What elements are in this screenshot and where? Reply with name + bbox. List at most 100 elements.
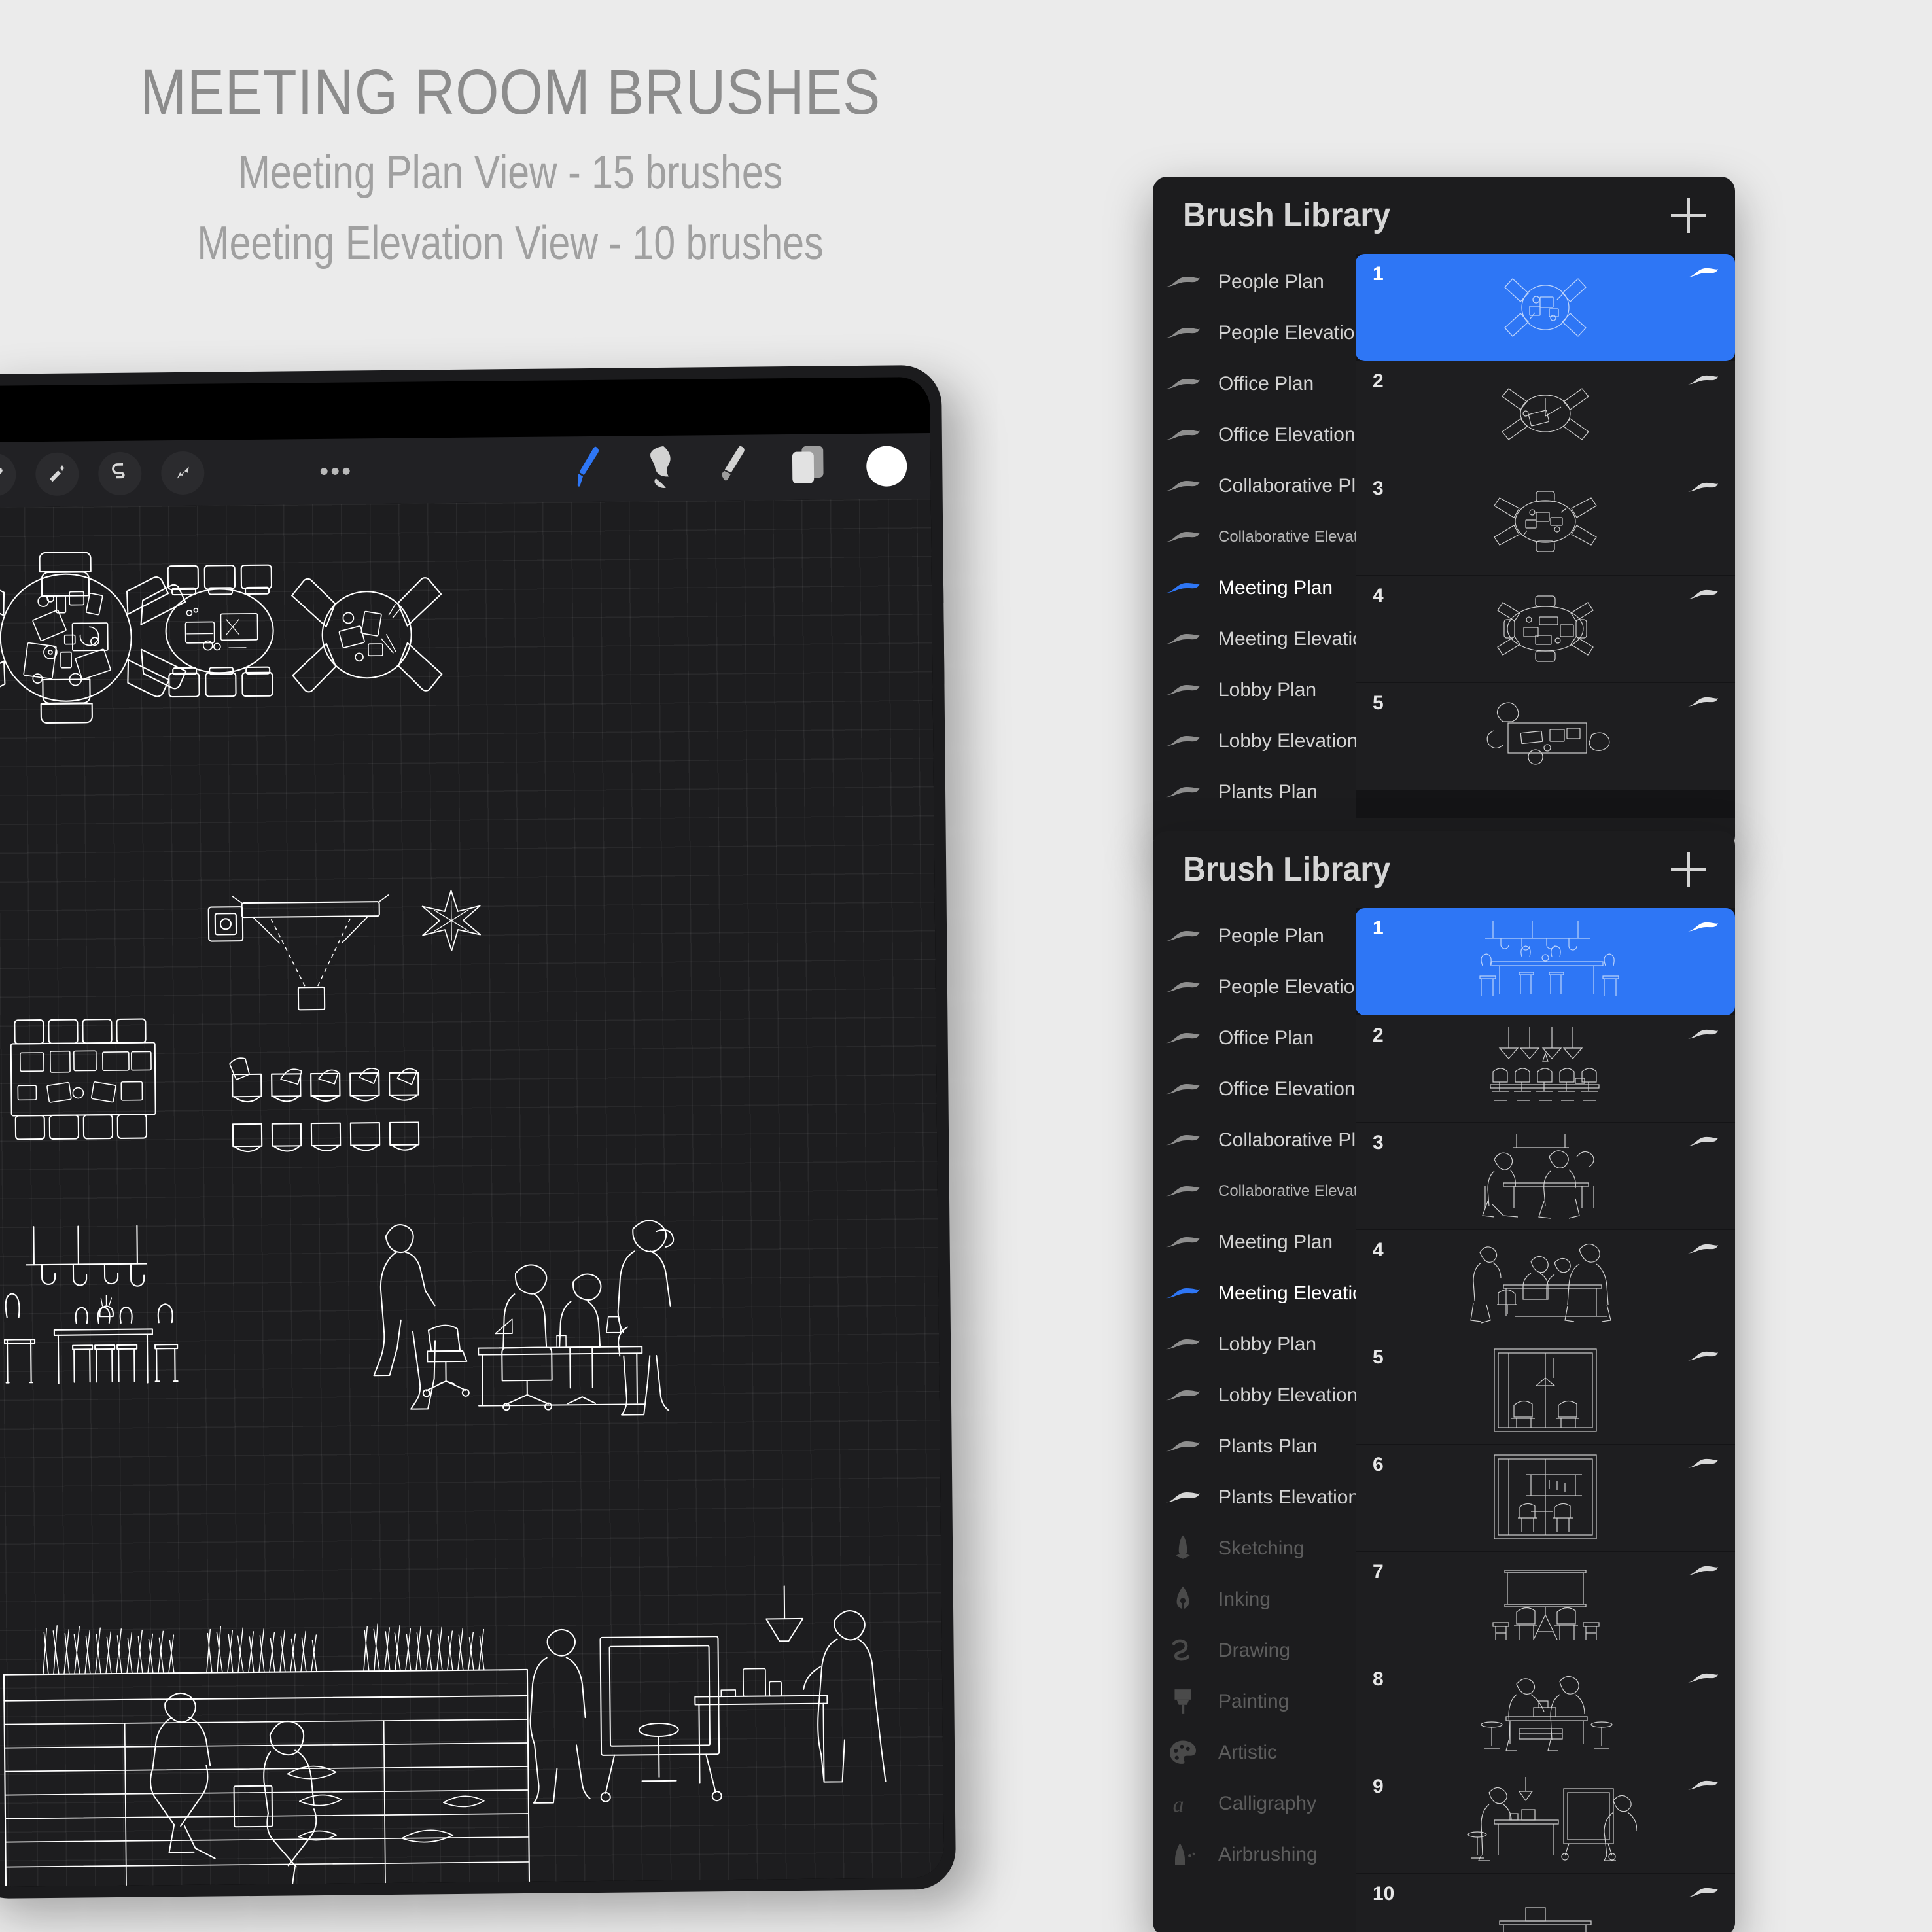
airbrush-icon bbox=[1162, 1841, 1204, 1869]
page-title: MEETING ROOM BRUSHES bbox=[139, 56, 881, 128]
brush-number: 6 bbox=[1373, 1454, 1384, 1475]
brush-number: 9 bbox=[1373, 1776, 1384, 1797]
brush-card[interactable]: 2 bbox=[1356, 361, 1735, 468]
brush-stroke-icon bbox=[1162, 1439, 1204, 1454]
brush-card[interactable]: 9 bbox=[1356, 1766, 1735, 1874]
sidebar-item-label: Collaborative Plan bbox=[1218, 1129, 1378, 1151]
sidebar-item-plants-plan[interactable]: Plants Plan bbox=[1153, 767, 1356, 818]
sidebar-item-office-plan[interactable]: Office Plan bbox=[1153, 1013, 1356, 1064]
procreate-canvas[interactable] bbox=[0, 498, 944, 1888]
brush-stroke-icon bbox=[1162, 325, 1204, 341]
brush-stroke-icon bbox=[1687, 1027, 1719, 1045]
sidebar-item-office-plan[interactable]: Office Plan bbox=[1153, 359, 1356, 410]
brush-thumbnail bbox=[1481, 1676, 1613, 1751]
brush-stroke-icon bbox=[1687, 1242, 1719, 1259]
sidebar-item-collaborative-elevation[interactable]: Collaborative Elevation bbox=[1153, 1166, 1379, 1217]
brush-stroke-icon bbox=[1687, 1134, 1719, 1152]
sidebar-item-lobby-elevation[interactable]: Lobby Elevation bbox=[1153, 716, 1358, 767]
sidebar-item-label: Plants Plan bbox=[1218, 781, 1318, 803]
sidebar-item-label: Collaborative Plan bbox=[1218, 475, 1378, 497]
sidebar-item-collaborative-plan[interactable]: Collaborative Plan bbox=[1153, 461, 1377, 512]
add-brush-set-button[interactable] bbox=[1671, 852, 1706, 887]
procreate-toolbar: ••• bbox=[0, 432, 931, 508]
smudge-icon[interactable] bbox=[644, 444, 678, 492]
add-brush-set-button[interactable] bbox=[1671, 198, 1706, 233]
sidebar-item-label: Painting bbox=[1218, 1691, 1290, 1712]
brush-card[interactable]: 10 bbox=[1356, 1874, 1735, 1932]
brush-stroke-icon bbox=[1162, 1081, 1204, 1097]
brush-card[interactable]: 7 bbox=[1356, 1552, 1735, 1659]
sidebar-item-label: Lobby Plan bbox=[1218, 1333, 1317, 1355]
brush-stroke-icon bbox=[1687, 266, 1719, 283]
transform-arrow-icon[interactable] bbox=[160, 451, 205, 495]
brush-stroke-icon bbox=[1162, 682, 1204, 698]
brush-card[interactable]: 5 bbox=[1356, 683, 1735, 790]
sidebar-item-people-elevation[interactable]: People Elevation bbox=[1153, 962, 1365, 1013]
brush-stroke-icon bbox=[1162, 274, 1204, 290]
sidebar-item-meeting-elevation[interactable]: Meeting Elevation bbox=[1153, 614, 1374, 665]
sidebar-item-painting[interactable]: Painting bbox=[1153, 1676, 1356, 1727]
sidebar-item-sketching[interactable]: Sketching bbox=[1153, 1523, 1356, 1574]
subtitle-elevation-count: Meeting Elevation View - 10 brushes bbox=[197, 217, 824, 270]
brush-card[interactable]: 1 bbox=[1356, 254, 1735, 361]
volume-button-down[interactable] bbox=[941, 621, 949, 684]
brush-set-list[interactable]: People Plan People Elevation Office Plan… bbox=[1153, 254, 1379, 818]
brush-library-panel-elevation[interactable]: Brush Library People Plan People Elevati… bbox=[1153, 831, 1735, 1932]
sidebar-item-office-elevation[interactable]: Office Elevation bbox=[1153, 410, 1356, 461]
sidebar-item-office-elevation[interactable]: Office Elevation bbox=[1153, 1064, 1356, 1115]
brush-stroke-icon bbox=[1162, 1133, 1204, 1148]
sidebar-item-people-plan[interactable]: People Plan bbox=[1153, 911, 1356, 962]
brush-number: 2 bbox=[1373, 370, 1384, 392]
sidebar-item-plants-elevation[interactable]: Plants Elevation bbox=[1153, 1472, 1359, 1523]
brush-card[interactable]: 4 bbox=[1356, 576, 1735, 683]
brush-stroke-icon bbox=[1687, 1671, 1719, 1689]
sidebar-item-people-plan[interactable]: People Plan bbox=[1153, 256, 1356, 307]
brush-card[interactable]: 1 bbox=[1356, 908, 1735, 1015]
sidebar-item-label: Collaborative Elevation bbox=[1218, 528, 1379, 546]
calligraphy-a-icon: a bbox=[1162, 1791, 1204, 1817]
brush-thumbnail-list[interactable]: 1 2 3 4 5 6 7 8 9 10 bbox=[1356, 908, 1735, 1932]
brush-thumbnail-list[interactable]: 1 2 3 4 5 bbox=[1356, 254, 1735, 818]
sidebar-item-collaborative-plan[interactable]: Collaborative Plan bbox=[1153, 1115, 1377, 1166]
actions-wrench-icon[interactable] bbox=[0, 453, 16, 497]
sidebar-item-plants-plan[interactable]: Plants Plan bbox=[1153, 1421, 1356, 1472]
brush-card[interactable]: 8 bbox=[1356, 1659, 1735, 1766]
eraser-icon[interactable] bbox=[717, 444, 750, 491]
subtitle-plan-count: Meeting Plan View - 15 brushes bbox=[237, 147, 783, 199]
sidebar-item-meeting-plan[interactable]: Meeting Plan bbox=[1153, 1217, 1356, 1268]
brush-stroke-icon bbox=[1162, 1030, 1204, 1046]
brush-number: 1 bbox=[1373, 263, 1384, 285]
sidebar-item-airbrushing[interactable]: Airbrushing bbox=[1153, 1829, 1356, 1880]
sidebar-item-collaborative-elevation[interactable]: Collaborative Elevation bbox=[1153, 512, 1379, 563]
sidebar-item-artistic[interactable]: Artistic bbox=[1153, 1727, 1356, 1778]
brush-card[interactable]: 2 bbox=[1356, 1015, 1735, 1123]
brush-stroke-icon bbox=[1687, 480, 1719, 498]
volume-button-up[interactable] bbox=[940, 540, 948, 603]
sidebar-item-people-elevation[interactable]: People Elevation bbox=[1153, 307, 1365, 359]
brush-card[interactable]: 3 bbox=[1356, 468, 1735, 576]
brush-library-panel-plan[interactable]: Brush Library People Plan People Elevati… bbox=[1153, 177, 1735, 851]
adjustments-magic-icon[interactable] bbox=[35, 452, 79, 497]
brush-set-list[interactable]: People Plan People Elevation Office Plan… bbox=[1153, 908, 1379, 1932]
sidebar-item-lobby-plan[interactable]: Lobby Plan bbox=[1153, 665, 1356, 716]
sidebar-item-inking[interactable]: Inking bbox=[1153, 1574, 1356, 1625]
brush-thumbnail bbox=[1470, 1243, 1611, 1324]
brush-card[interactable]: 6 bbox=[1356, 1445, 1735, 1552]
sidebar-item-label: Lobby Elevation bbox=[1218, 1384, 1358, 1406]
svg-text:a: a bbox=[1173, 1793, 1184, 1817]
layers-icon[interactable] bbox=[789, 444, 828, 491]
brush-card[interactable]: 5 bbox=[1356, 1337, 1735, 1445]
selection-icon[interactable] bbox=[98, 451, 142, 496]
sidebar-item-lobby-plan[interactable]: Lobby Plan bbox=[1153, 1319, 1356, 1370]
sidebar-item-meeting-plan[interactable]: Meeting Plan bbox=[1153, 563, 1356, 614]
sidebar-item-lobby-elevation[interactable]: Lobby Elevation bbox=[1153, 1370, 1358, 1421]
sidebar-item-drawing[interactable]: Drawing bbox=[1153, 1625, 1356, 1676]
paint-brush-icon[interactable] bbox=[569, 445, 605, 493]
brush-card[interactable]: 3 bbox=[1356, 1123, 1735, 1230]
brush-card[interactable]: 4 bbox=[1356, 1230, 1735, 1337]
color-swatch[interactable] bbox=[866, 446, 907, 487]
sidebar-item-meeting-elevation[interactable]: Meeting Elevation bbox=[1153, 1268, 1374, 1319]
toolbar-overflow-icon[interactable]: ••• bbox=[319, 457, 353, 485]
sidebar-item-calligraphy[interactable]: a Calligraphy bbox=[1153, 1778, 1356, 1829]
brush-number: 4 bbox=[1373, 1239, 1384, 1261]
